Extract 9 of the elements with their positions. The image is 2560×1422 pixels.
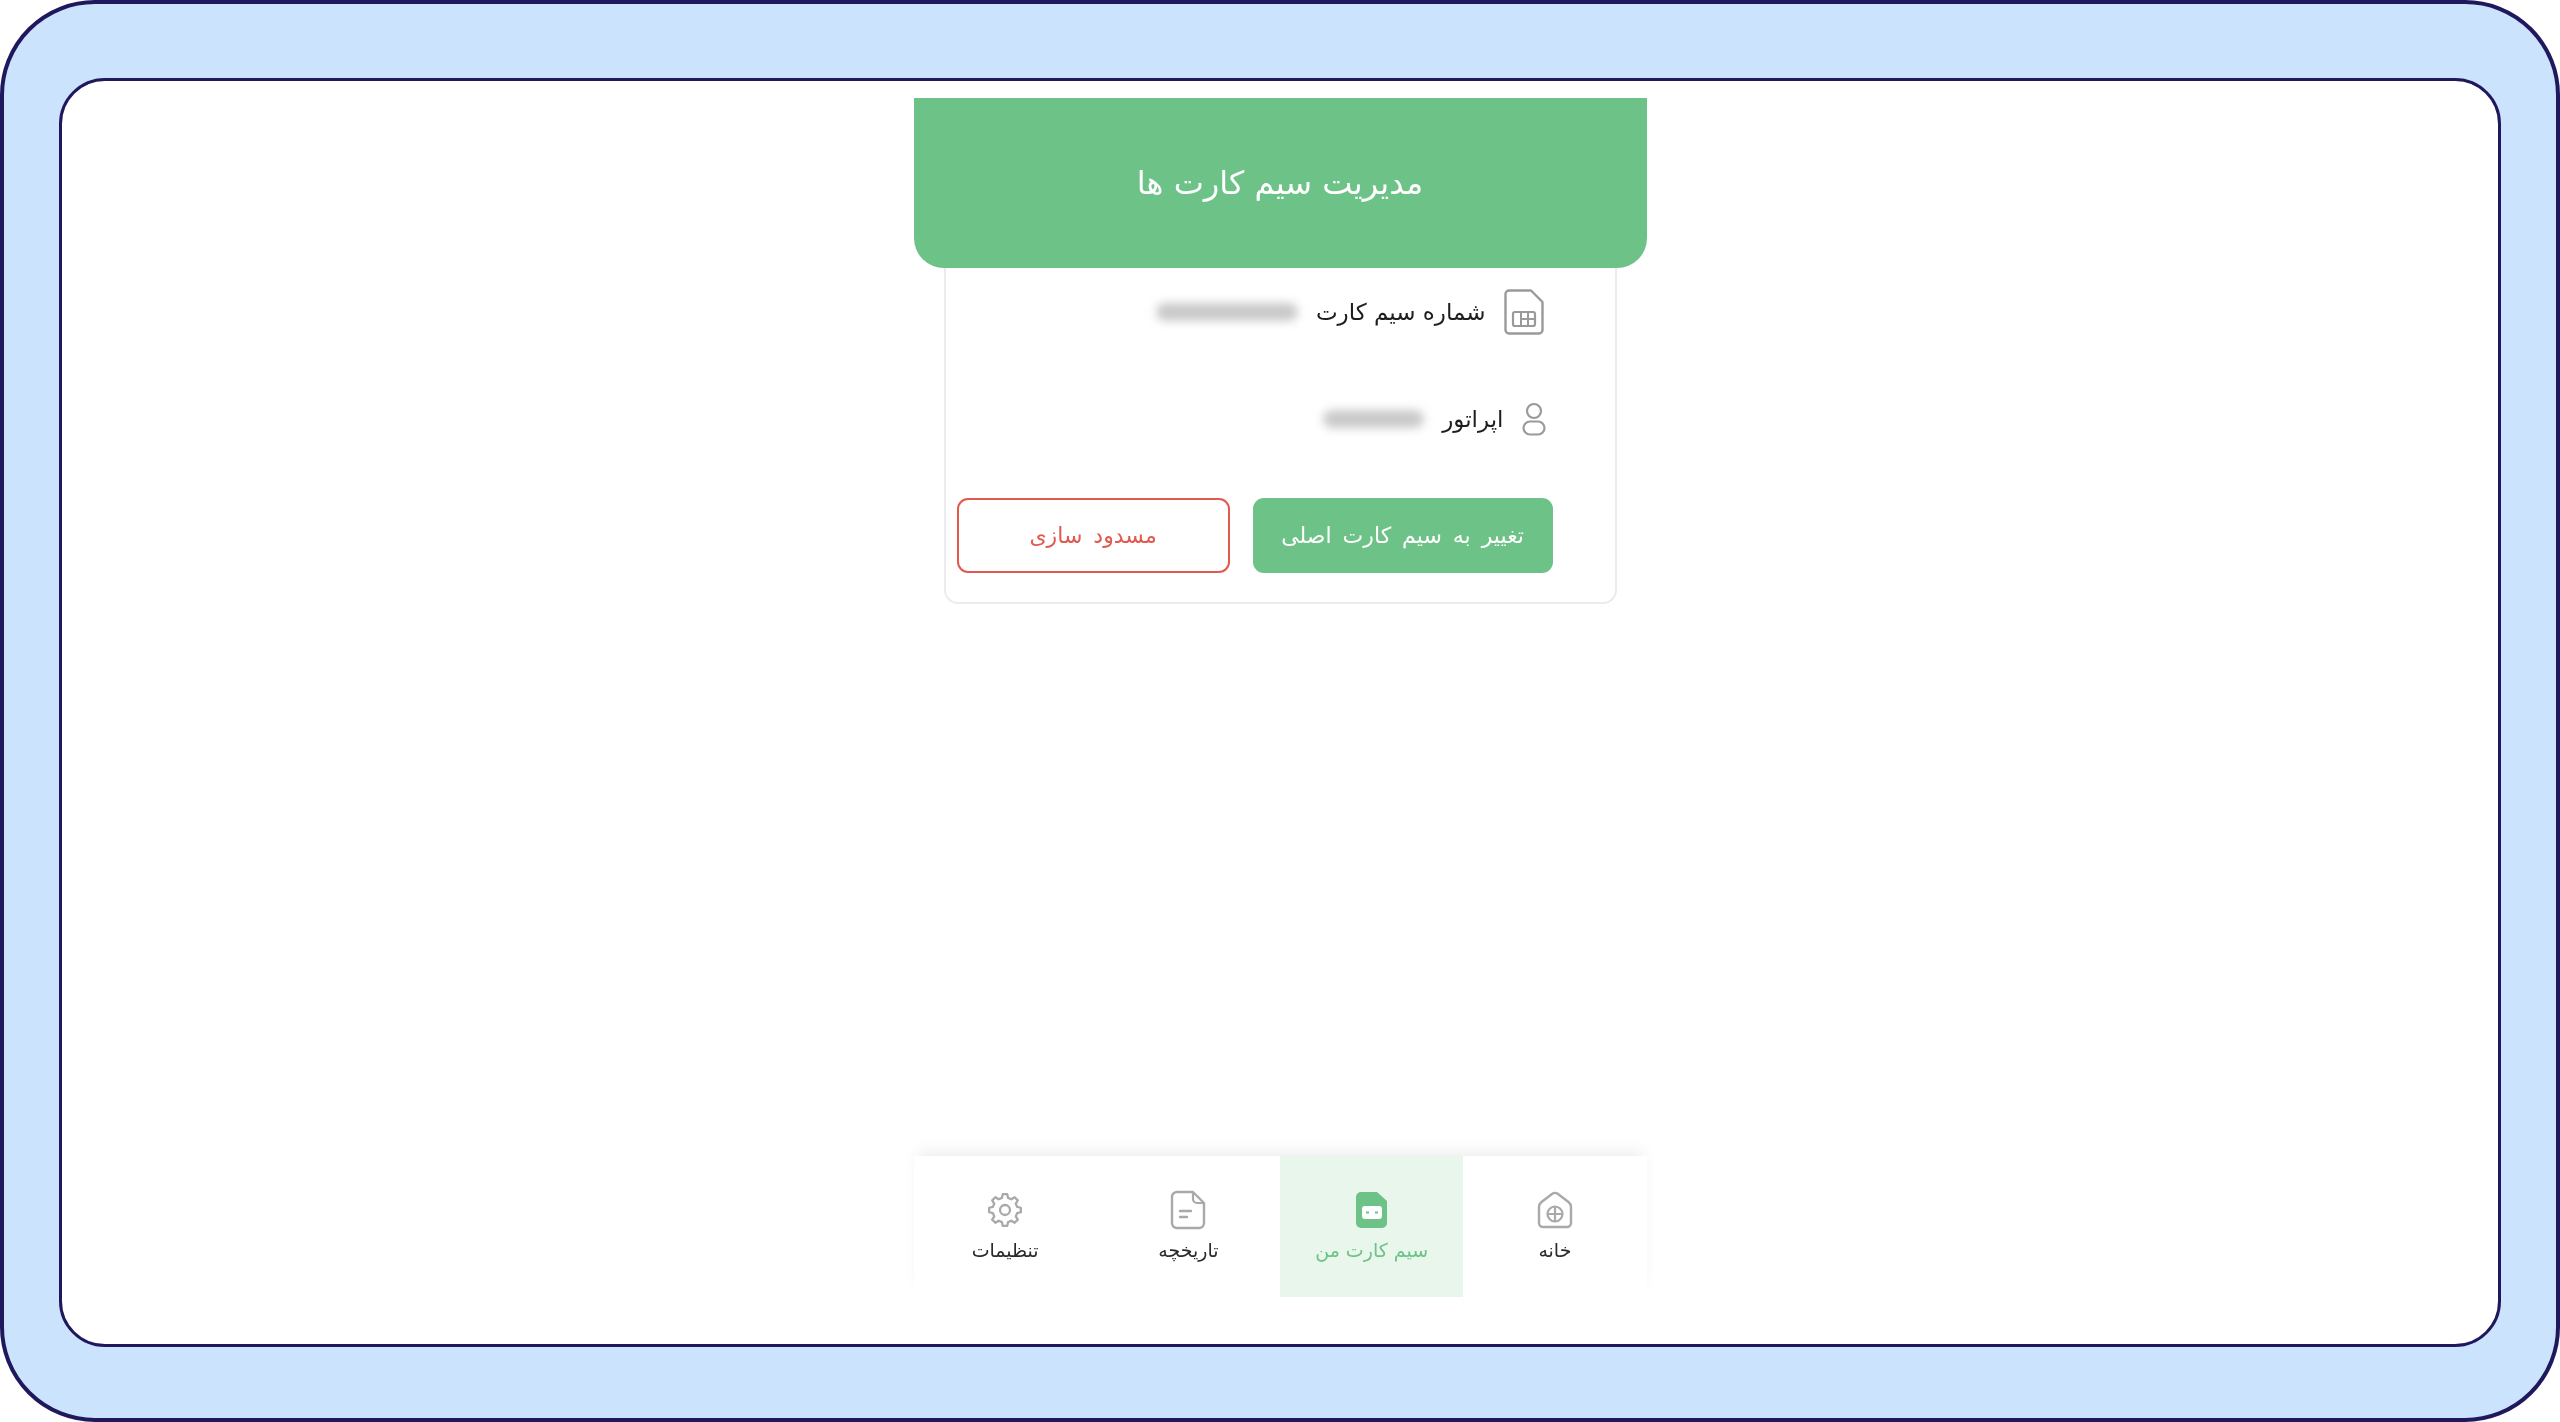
field-label: اپراتور [1442,406,1504,432]
person-icon [1521,402,1546,436]
nav-tab[interactable]: تنظیمات [913,1156,1097,1297]
sim-card-icon [1503,289,1544,335]
page-title: مدیریت سیم کارت ها [1136,164,1424,202]
nav-tab[interactable]: خانه [1463,1156,1647,1297]
block-button[interactable]: مسدود سازی [956,498,1230,573]
field-label: شماره سیم کارت [1315,299,1486,325]
nav-tab[interactable]: تاریخچه [1096,1156,1280,1297]
